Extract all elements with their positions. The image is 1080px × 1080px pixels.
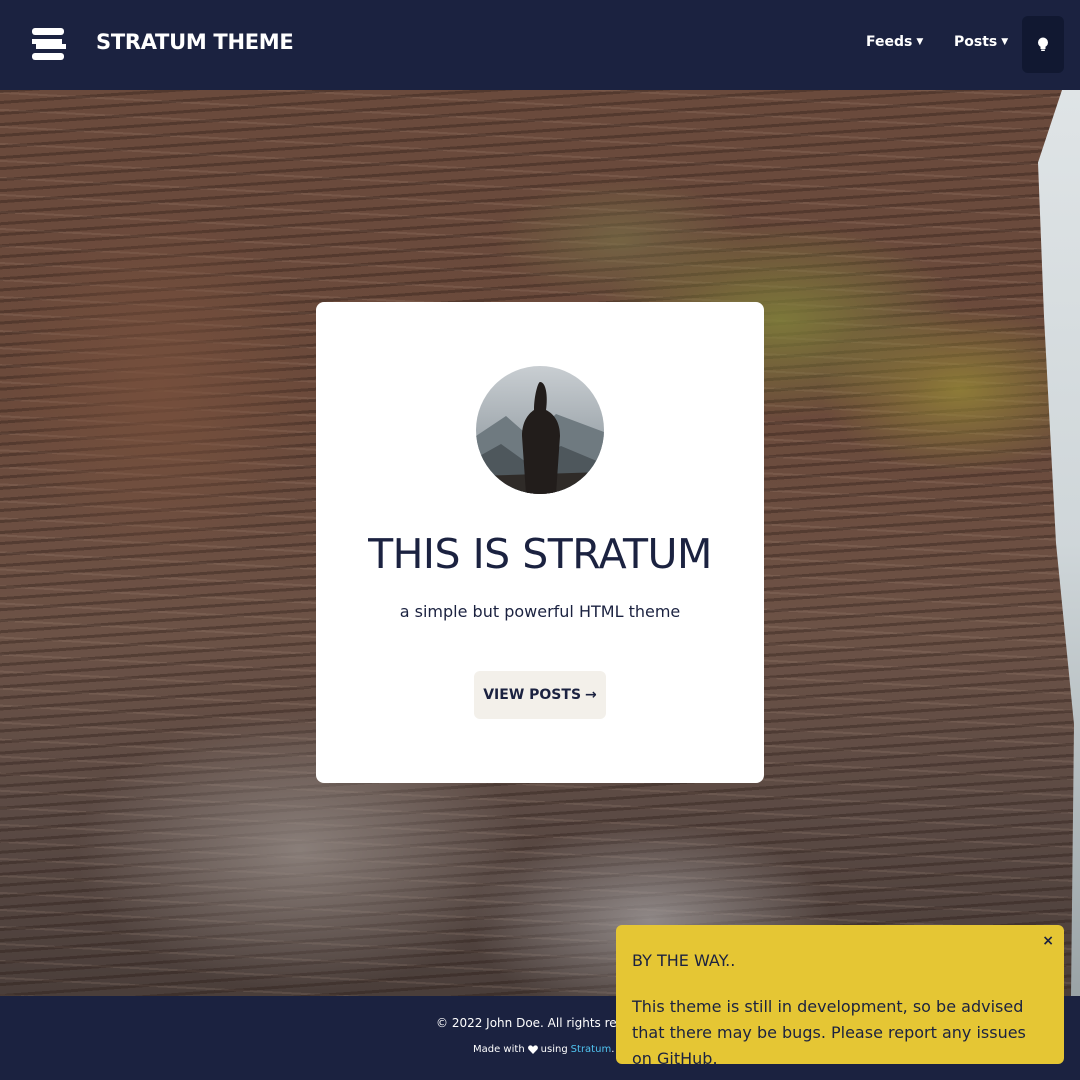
stratum-logo-icon[interactable] [30,26,66,62]
site-header: STRATUM THEME Feeds ▼ Posts ▼ [0,0,1080,90]
intro-card: THIS IS STRATUM a simple but powerful HT… [316,302,764,783]
close-icon[interactable]: × [1042,933,1054,949]
nav-feeds-menu[interactable]: Feeds ▼ [866,34,923,50]
made-with-using: using [540,1044,568,1055]
made-with-prefix: Made with [473,1044,525,1055]
avatar-image [476,366,604,494]
heart-icon [527,1045,538,1054]
caret-down-icon: ▼ [1001,36,1009,47]
made-with-suffix: . [611,1044,615,1055]
notice-body: This theme is still in development, so b… [632,997,1026,1068]
stratum-link[interactable]: Stratum [571,1044,612,1055]
nav-posts-menu[interactable]: Posts ▼ [954,34,1008,50]
caret-down-icon: ▼ [916,36,924,47]
made-with-line: Made with using Stratum. [473,1044,614,1055]
page-title: THIS IS STRATUM [368,530,712,578]
notice-title: BY THE WAY.. [632,951,736,970]
copyright-text: © 2022 John Doe. All rights rese [436,1016,631,1030]
theme-toggle-button[interactable] [1022,16,1064,73]
nav-posts-label: Posts [954,34,998,50]
view-posts-label: VIEW POSTS [483,687,582,703]
avatar [476,366,604,494]
view-posts-button[interactable]: VIEW POSTS → [474,671,606,719]
nav-feeds-label: Feeds [866,34,913,50]
lightbulb-icon [1038,37,1048,51]
arrow-right-icon: → [585,687,597,703]
page-subtitle: a simple but powerful HTML theme [399,602,681,621]
sky-edge [1038,90,1080,996]
development-notice: × BY THE WAY.. This theme is still in de… [616,925,1064,1068]
brand-title[interactable]: STRATUM THEME [96,30,294,54]
